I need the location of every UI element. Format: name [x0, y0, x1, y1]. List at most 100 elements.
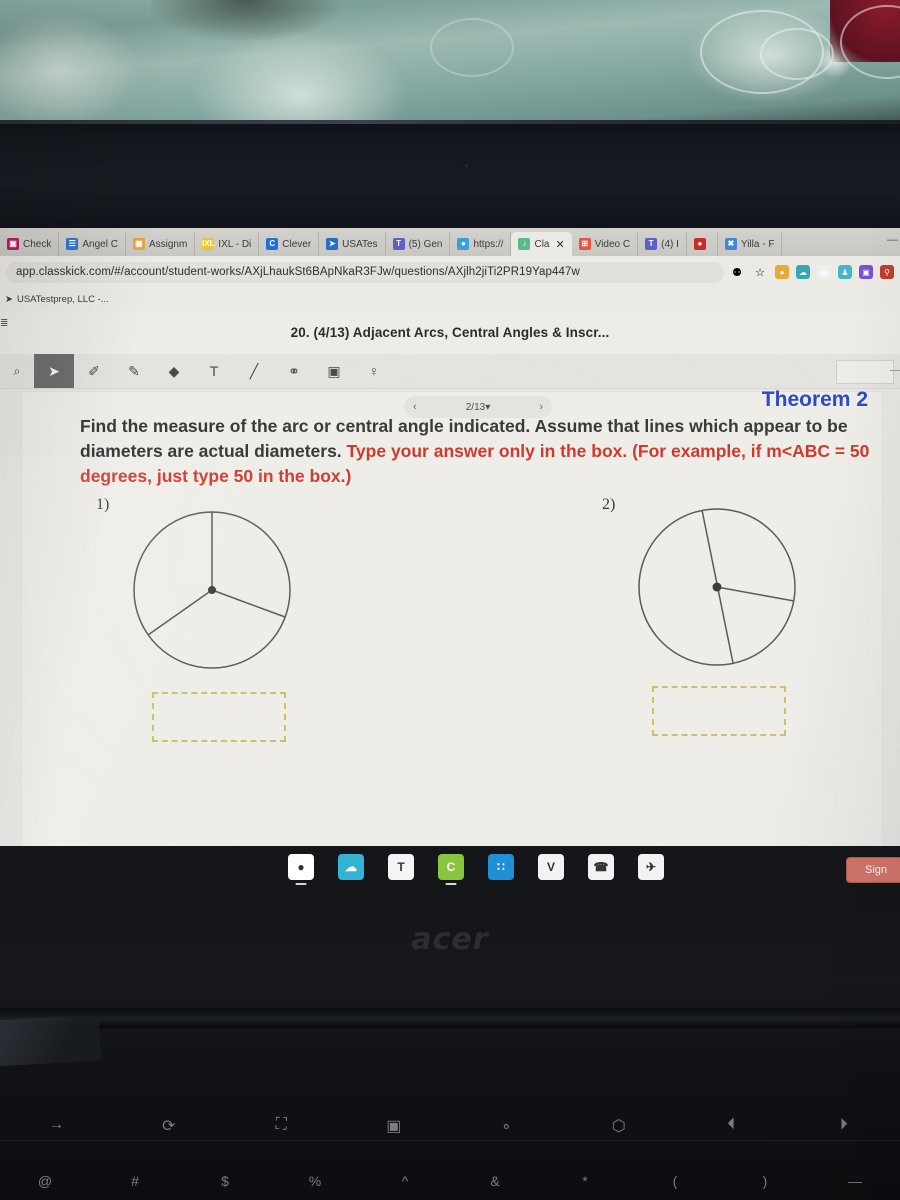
bookmark-star-icon[interactable]: ☆ — [753, 265, 767, 279]
number-key-6[interactable]: * — [540, 1165, 630, 1200]
browser-tab-10[interactable]: T (4) I — [638, 232, 687, 256]
tab-close-icon[interactable]: ✕ — [556, 238, 565, 251]
extension-penguin-icon[interactable]: ♟ — [817, 265, 831, 279]
clever-icon[interactable]: C — [438, 854, 464, 885]
tab-favicon-icon: ➤ — [326, 238, 339, 250]
number-key-5[interactable]: & — [450, 1165, 540, 1200]
taskbar-icon-group: ● ☁ T C ∷ V ☎ ✈ — [288, 854, 664, 885]
highlighter-tool[interactable]: ✎ — [114, 354, 154, 388]
function-key-glyph: ⏴ — [727, 1116, 736, 1133]
browser-tab-12[interactable]: ✖ Yilla - F — [718, 232, 783, 256]
browser-tab-3[interactable]: IXL IXL - Di — [195, 232, 260, 256]
bookmark-usatestprep[interactable]: ➤ USATestprep, LLC -... — [5, 294, 109, 305]
browser-tab-0[interactable]: ▣ Check — [0, 232, 60, 256]
line-tool[interactable]: ╱ — [234, 354, 274, 388]
pointer-tool[interactable]: ➤ — [34, 354, 74, 388]
assignment-header: ≣ 20. (4/13) Adjacent Arcs, Central Angl… — [0, 310, 900, 355]
function-key-glyph: ∘ — [501, 1118, 512, 1135]
tab-favicon-icon: ♪ — [518, 238, 531, 250]
red-phone-icon-glyph: ☎ — [593, 860, 609, 874]
number-key-glyph: ^ — [401, 1173, 409, 1189]
annotation-toolbar: ⌕ ➤ ✐ ✎ ◆ T ╱ ⚭ ▣ ♀ — [0, 354, 900, 389]
blue-dice-icon-glyph: ∷ — [497, 860, 505, 874]
bookmark-label: USATestprep, LLC -... — [16, 293, 109, 305]
bookmarks-bar: ➤ USATestprep, LLC -... — [0, 288, 900, 311]
function-key-7[interactable]: ⏵ — [788, 1108, 900, 1156]
tab-favicon-icon: T — [392, 238, 405, 250]
cloud-app-icon-glyph: ☁ — [345, 860, 357, 874]
function-key-5[interactable]: ⬡ — [563, 1108, 676, 1156]
browser-tab-11[interactable]: ● — [687, 232, 718, 256]
window-minimize-button[interactable]: — — [887, 234, 898, 246]
laptop-deck-edge — [0, 1014, 102, 1068]
microphone-tool[interactable]: ♀ — [354, 354, 394, 388]
v-check-icon[interactable]: V — [538, 854, 564, 880]
answer-box-1[interactable] — [152, 692, 286, 742]
orange-app-icon[interactable]: ✈ — [638, 854, 664, 880]
orange-app-icon-glyph: ✈ — [645, 860, 657, 874]
sign-button[interactable]: Sign — [846, 857, 900, 883]
location-pin-icon[interactable]: ⚉ — [730, 265, 744, 279]
pen-tool[interactable]: ✐ — [74, 354, 114, 388]
browser-tab-7[interactable]: ● https:// — [450, 232, 512, 256]
function-key-glyph: ⟳ — [162, 1118, 176, 1135]
microsoft-teams-icon[interactable]: T — [388, 854, 414, 880]
red-phone-icon[interactable]: ☎ — [588, 854, 614, 880]
chrome-icon[interactable]: ● — [288, 854, 314, 885]
function-key-4[interactable]: ∘ — [450, 1108, 563, 1156]
zoom-tool[interactable]: ⌕ — [0, 354, 34, 388]
number-key-glyph: — — [848, 1173, 862, 1189]
number-key-glyph: @ — [37, 1173, 53, 1189]
extension-teal-icon[interactable]: ☁ — [796, 265, 810, 279]
pager-prev-button[interactable]: ‹ — [413, 401, 417, 413]
menu-icon[interactable]: ≣ — [0, 318, 8, 329]
function-key-1[interactable]: ⟳ — [113, 1108, 226, 1156]
browser-tab-9[interactable]: ⊞ Video C — [572, 232, 639, 256]
extension-blue-person-icon[interactable]: ♟ — [838, 265, 852, 279]
cloud-app-icon[interactable]: ☁ — [338, 854, 364, 880]
number-key-2[interactable]: $ — [180, 1165, 270, 1200]
browser-tab-4[interactable]: C Clever — [259, 232, 320, 256]
webcam-icon — [463, 162, 470, 169]
extension-red-icon[interactable]: ⚲ — [880, 265, 894, 279]
number-key-glyph: ) — [762, 1173, 768, 1189]
extension-orange-icon[interactable]: ● — [775, 265, 789, 279]
number-key-9[interactable]: — — [810, 1165, 900, 1200]
link-tool[interactable]: ⚭ — [274, 354, 314, 388]
text-tool[interactable]: T — [194, 354, 234, 388]
number-key-1[interactable]: # — [90, 1165, 180, 1200]
number-key-7[interactable]: ( — [630, 1165, 720, 1200]
answer-box-2[interactable] — [652, 686, 786, 736]
chevron-down-icon: ▾ — [485, 401, 491, 413]
function-key-6[interactable]: ⏴ — [675, 1108, 788, 1156]
number-key-8[interactable]: ) — [720, 1165, 810, 1200]
chrome-icon-glyph: ● — [297, 860, 305, 874]
tab-label: IXL - Di — [218, 238, 252, 250]
address-bar[interactable]: app.classkick.com/#/account/student-work… — [6, 261, 724, 283]
function-key-0[interactable]: → — [0, 1108, 113, 1156]
extension-purple-icon[interactable]: ▣ — [859, 265, 873, 279]
number-key-4[interactable]: ^ — [360, 1165, 450, 1200]
function-key-2[interactable]: ⛶ — [225, 1108, 338, 1156]
tab-label: Angel C — [82, 238, 118, 250]
number-key-3[interactable]: % — [270, 1165, 360, 1200]
tab-favicon-icon: T — [645, 238, 658, 250]
browser-tab-5[interactable]: ➤ USATes — [319, 232, 386, 256]
browser-tab-1[interactable]: ☰ Angel C — [59, 232, 126, 256]
number-key-0[interactable]: @ — [0, 1165, 90, 1200]
browser-tab-2[interactable]: ▣ Assignm — [126, 232, 196, 256]
page-title: 20. (4/13) Adjacent Arcs, Central Angles… — [290, 324, 610, 340]
taskbar-running-indicator — [445, 883, 457, 885]
worksheet-canvas[interactable]: ‹ 2/13▾ › Theorem 2 Find the measure of … — [22, 388, 882, 846]
toolbar-right-panel[interactable] — [836, 360, 894, 384]
tab-favicon-icon: ● — [457, 238, 470, 250]
blue-dice-icon[interactable]: ∷ — [488, 854, 514, 880]
function-key-3[interactable]: ▣ — [338, 1108, 451, 1156]
pager-next-button[interactable]: › — [539, 401, 543, 413]
tab-favicon-icon: ✖ — [724, 238, 737, 250]
browser-tab-8[interactable]: ♪ Cla ✕ — [511, 232, 572, 256]
camera-tool[interactable]: ▣ — [314, 354, 354, 388]
pager-page-indicator[interactable]: 2/13▾ — [466, 402, 491, 413]
eraser-tool[interactable]: ◆ — [154, 354, 194, 388]
browser-tab-6[interactable]: T (5) Gen — [386, 232, 451, 256]
